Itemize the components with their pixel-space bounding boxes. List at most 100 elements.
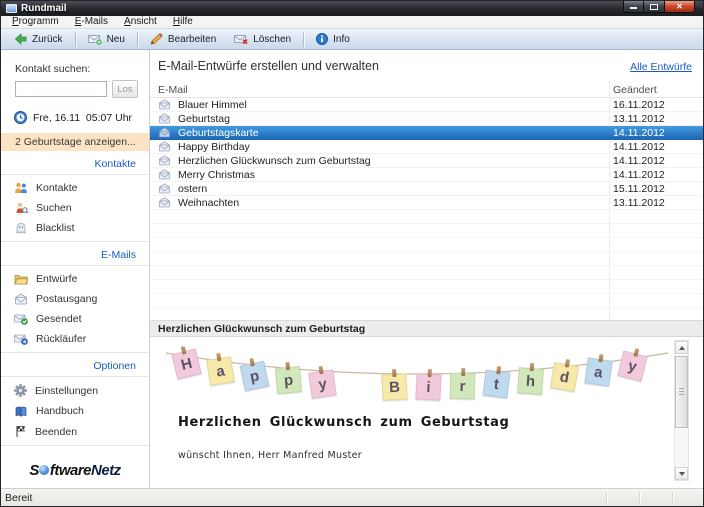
greeting-title: Herzlichen Glückwunsch zum Geburtstag (178, 415, 509, 430)
toolbar: Zurück Neu Bearbeiten Löschen Info (1, 29, 703, 50)
sent-icon (14, 313, 28, 325)
menu-emails[interactable]: E-Mails (67, 16, 116, 28)
sidebar-item-kontakte[interactable]: Kontakte (1, 178, 149, 198)
empty-row (150, 210, 703, 224)
section-header-optionen: Optionen (1, 353, 149, 377)
table-header: E-Mail Geändert (150, 81, 703, 98)
statusbar: Bereit (1, 488, 703, 506)
email-draft-icon (158, 155, 171, 166)
menu-ansicht[interactable]: Ansicht (116, 16, 165, 28)
toolbar-separator (303, 32, 304, 47)
table-row[interactable]: Weihnachten 13.11.2012 (150, 196, 703, 210)
bounce-icon (14, 333, 28, 345)
sidebar-item-entwuerfe[interactable]: Entwürfe (1, 269, 149, 289)
sidebar-item-postausgang[interactable]: Postausgang (1, 289, 149, 309)
search-person-icon (14, 202, 28, 214)
column-email[interactable]: E-Mail (158, 84, 188, 96)
banner-card: i (415, 373, 441, 400)
sidebar-item-blacklist[interactable]: Blacklist (1, 218, 149, 238)
delete-icon (234, 33, 248, 45)
empty-row (150, 238, 703, 252)
email-draft-icon (158, 169, 171, 180)
table-row[interactable]: Happy Birthday 14.11.2012 (150, 140, 703, 154)
scroll-up-button[interactable] (675, 341, 688, 354)
scroll-down-button[interactable] (675, 467, 688, 480)
birthday-notice[interactable]: 2 Geburtstage anzeigen... (1, 133, 149, 151)
banner-card: d (550, 362, 579, 392)
email-draft-icon (158, 127, 171, 138)
email-draft-icon (158, 99, 171, 110)
table-row-selected[interactable]: Geburtstagskarte 14.11.2012 (150, 126, 703, 140)
table-row[interactable]: Blauer Himmel 16.11.2012 (150, 98, 703, 112)
sidebar-item-ruecklaeufer[interactable]: Rückläufer (1, 329, 149, 349)
banner-card: a (206, 356, 235, 386)
page-title: E-Mail-Entwürfe erstellen und verwalten (158, 59, 379, 73)
info-button[interactable]: Info (307, 31, 359, 47)
titlebar: Rundmail ✕ (1, 1, 703, 16)
preview-header: Herzlichen Glückwunsch zum Geburtstag (150, 320, 703, 337)
banner-card: B (381, 373, 407, 400)
status-divider (606, 492, 607, 503)
back-button[interactable]: Zurück (5, 31, 72, 47)
info-icon (316, 33, 328, 45)
scroll-thumb[interactable] (675, 356, 688, 428)
banner-card: h (517, 367, 544, 395)
email-draft-icon (158, 141, 171, 152)
contact-search-input[interactable] (15, 81, 107, 97)
email-draft-icon (158, 197, 171, 208)
happy-birthday-banner: H a p p y B i r t h d a y (166, 341, 668, 405)
drafts-list: Blauer Himmel 16.11.2012 Geburtstag 13.1… (150, 98, 703, 308)
menu-programm[interactable]: Programm (4, 16, 67, 28)
manual-book-icon (14, 405, 28, 417)
edit-button[interactable]: Bearbeiten (141, 31, 225, 47)
contacts-icon (14, 182, 28, 194)
status-divider (639, 492, 640, 503)
empty-row (150, 224, 703, 238)
preview-scrollbar[interactable] (674, 340, 689, 481)
banner-card: p (275, 366, 302, 394)
section-header-kontakte: Kontakte (1, 151, 149, 175)
sidebar-item-handbuch[interactable]: Handbuch (1, 401, 149, 421)
table-row[interactable]: Herzlichen Glückwunsch zum Geburtstag 14… (150, 154, 703, 168)
close-button[interactable]: ✕ (665, 1, 695, 13)
column-geaendert[interactable]: Geändert (613, 84, 657, 96)
greeting-text: wünscht Ihnen, Herr Manfred Muster (178, 450, 362, 461)
email-draft-icon (158, 113, 171, 124)
new-button[interactable]: Neu (79, 31, 134, 47)
empty-row (150, 252, 703, 266)
section-header-emails: E-Mails (1, 242, 149, 266)
status-text: Bereit (5, 492, 32, 504)
sidebar-item-einstellungen[interactable]: Einstellungen (1, 380, 149, 401)
empty-row (150, 280, 703, 294)
app-window: Rundmail ✕ Programm E-Mails Ansicht Hilf… (0, 0, 704, 507)
minimize-button[interactable] (623, 1, 644, 13)
preview-body: H a p p y B i r t h d a y Herzlichen Glü… (150, 338, 703, 488)
back-icon (14, 33, 27, 45)
all-drafts-link[interactable]: Alle Entwürfe (630, 61, 692, 73)
banner-card: r (450, 373, 475, 399)
content: Kontakt suchen: Los Fre, 16.11 05:07 Uhr… (1, 50, 703, 488)
main-pane: E-Mail-Entwürfe erstellen und verwalten … (150, 50, 703, 488)
window-controls: ✕ (623, 1, 695, 13)
table-row[interactable]: Geburtstag 13.11.2012 (150, 112, 703, 126)
settings-gear-icon (14, 384, 27, 397)
app-icon (6, 4, 17, 13)
menu-hilfe[interactable]: Hilfe (165, 16, 201, 28)
maximize-button[interactable] (644, 1, 665, 13)
table-row[interactable]: Merry Christmas 14.11.2012 (150, 168, 703, 182)
delete-button[interactable]: Löschen (225, 31, 300, 47)
toolbar-separator (137, 32, 138, 47)
sidebar: Kontakt suchen: Los Fre, 16.11 05:07 Uhr… (1, 50, 150, 488)
blacklist-ghost-icon (14, 222, 28, 234)
outbox-icon (14, 293, 28, 305)
exit-flag-icon (14, 425, 27, 438)
sidebar-item-suchen[interactable]: Suchen (1, 198, 149, 218)
email-draft-icon (158, 183, 171, 194)
table-row[interactable]: ostern 15.11.2012 (150, 182, 703, 196)
sidebar-item-gesendet[interactable]: Gesendet (1, 309, 149, 329)
toolbar-separator (75, 32, 76, 47)
contact-search-label: Kontakt suchen: (15, 63, 149, 75)
sidebar-item-beenden[interactable]: Beenden (1, 421, 149, 442)
current-date-time: Fre, 16.11 05:07 Uhr (33, 112, 132, 124)
search-go-button[interactable]: Los (112, 80, 138, 98)
